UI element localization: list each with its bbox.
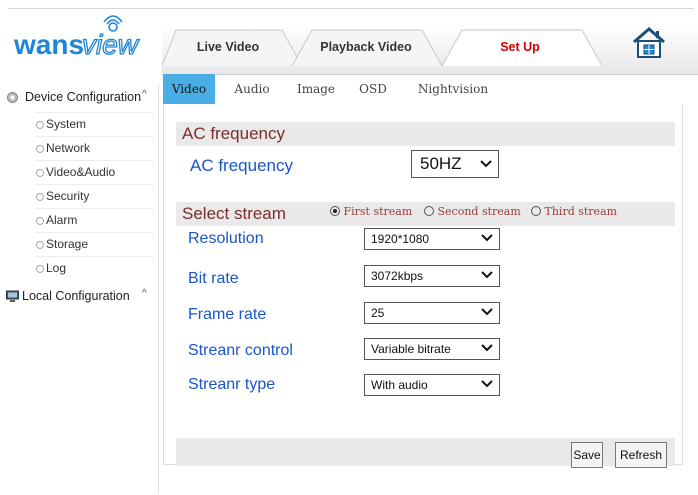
- ac-frequency-label: AC frequency: [190, 156, 293, 175]
- radio-second-stream[interactable]: Second stream: [424, 205, 521, 218]
- radio-button[interactable]: [531, 206, 541, 216]
- ac-frequency-select[interactable]: 50HZ: [411, 150, 499, 178]
- sidebar-item-label: Log: [46, 261, 67, 275]
- device-configuration-label: Device Configuration: [25, 90, 142, 104]
- selected-value: Variable bitrate: [371, 342, 451, 356]
- sidebar-item-label: Security: [46, 189, 90, 203]
- computer-icon: [6, 290, 19, 303]
- sidebar-item-label: System: [46, 117, 87, 131]
- tab-set-up[interactable]: Set Up: [480, 30, 560, 64]
- radio-label: Second stream: [437, 205, 521, 218]
- chevron-down-icon: [481, 308, 493, 316]
- sidebar-item-network[interactable]: Network: [36, 136, 154, 161]
- settings-panel: AC frequency AC frequency 50HZ Select st…: [163, 104, 683, 468]
- bullet-icon: [36, 145, 44, 153]
- sidebar-device-configuration[interactable]: Device Configuration ^: [0, 86, 158, 110]
- sidebar-item-video-audio[interactable]: Video&Audio: [36, 160, 154, 185]
- sidebar-local-configuration[interactable]: Local Configuration ^: [0, 285, 158, 309]
- subtab-image[interactable]: Image: [291, 74, 341, 104]
- selected-value: With audio: [371, 378, 428, 392]
- sidebar-item-label: Storage: [46, 237, 89, 251]
- frame-rate-label: Frame rate: [188, 306, 267, 323]
- svg-text:view: view: [82, 29, 140, 60]
- radio-first-stream[interactable]: First stream: [330, 205, 412, 218]
- radio-label: Third stream: [544, 205, 618, 218]
- chevron-up-icon[interactable]: ^: [142, 89, 147, 100]
- tab-playback-video[interactable]: Playback Video: [306, 30, 426, 64]
- brand-logo[interactable]: wans view: [10, 14, 170, 64]
- selected-value: 1920*1080: [371, 232, 430, 246]
- bullet-icon: [36, 241, 44, 249]
- frame-rate-select[interactable]: 25: [364, 302, 500, 324]
- sidebar-item-alarm[interactable]: Alarm: [36, 208, 154, 233]
- radio-label: First stream: [343, 205, 413, 218]
- sidebar-item-security[interactable]: Security: [36, 184, 154, 209]
- sidebar: Device Configuration ^ System Network Vi…: [0, 84, 159, 494]
- chevron-down-icon: [480, 160, 492, 168]
- bullet-icon: [36, 169, 44, 177]
- refresh-button[interactable]: Refresh: [615, 442, 667, 468]
- subtab-audio[interactable]: Audio: [227, 74, 277, 104]
- bullet-icon: [36, 217, 44, 225]
- selected-value: 25: [371, 306, 385, 320]
- header: wans view Live Video Playback Video Set …: [0, 0, 698, 84]
- panel-footer: Save Refresh: [176, 438, 675, 468]
- section-title: Select stream: [182, 204, 286, 223]
- subtab-video[interactable]: Video: [163, 74, 215, 104]
- selected-value: 50HZ: [420, 154, 462, 173]
- resolution-select[interactable]: 1920*1080: [364, 228, 500, 250]
- local-configuration-label: Local Configuration: [22, 289, 130, 303]
- radio-third-stream[interactable]: Third stream: [531, 205, 617, 218]
- subtab-bar: Video Audio Image OSD Nightvision: [163, 74, 681, 104]
- stream-type-label: Streanr type: [188, 376, 276, 393]
- stream-control-select[interactable]: Variable bitrate: [364, 338, 500, 360]
- bullet-icon: [36, 193, 44, 201]
- chevron-down-icon: [481, 344, 493, 352]
- selected-value: 3072kbps: [371, 269, 424, 283]
- bit-rate-label: Bit rate: [188, 270, 239, 287]
- sidebar-item-system[interactable]: System: [36, 112, 154, 137]
- radio-button[interactable]: [424, 206, 434, 216]
- bullet-icon: [36, 121, 44, 129]
- bit-rate-select[interactable]: 3072kbps: [364, 265, 500, 287]
- svg-text:wans: wans: [13, 29, 84, 60]
- stream-type-select[interactable]: With audio: [364, 374, 500, 396]
- chevron-up-icon[interactable]: ^: [142, 288, 147, 299]
- stream-control-label: Streanr control: [188, 342, 293, 359]
- resolution-label: Resolution: [188, 230, 264, 247]
- gear-icon: [6, 91, 19, 104]
- subtab-osd[interactable]: OSD: [353, 74, 393, 104]
- sidebar-item-log[interactable]: Log: [36, 256, 154, 281]
- sidebar-item-label: Network: [46, 141, 91, 155]
- subtab-nightvision[interactable]: Nightvision: [413, 74, 493, 104]
- save-button[interactable]: Save: [571, 442, 603, 468]
- section-title: AC frequency: [182, 124, 285, 143]
- radio-button[interactable]: [330, 206, 340, 216]
- sidebar-item-label: Video&Audio: [46, 165, 116, 179]
- ac-frequency-header: AC frequency: [176, 122, 675, 146]
- sidebar-item-storage[interactable]: Storage: [36, 232, 154, 257]
- home-icon[interactable]: [630, 24, 668, 62]
- bullet-icon: [36, 265, 44, 273]
- chevron-down-icon: [481, 234, 493, 242]
- tab-live-video[interactable]: Live Video: [178, 30, 278, 64]
- chevron-down-icon: [481, 380, 493, 388]
- sidebar-item-label: Alarm: [46, 213, 78, 227]
- chevron-down-icon: [481, 271, 493, 279]
